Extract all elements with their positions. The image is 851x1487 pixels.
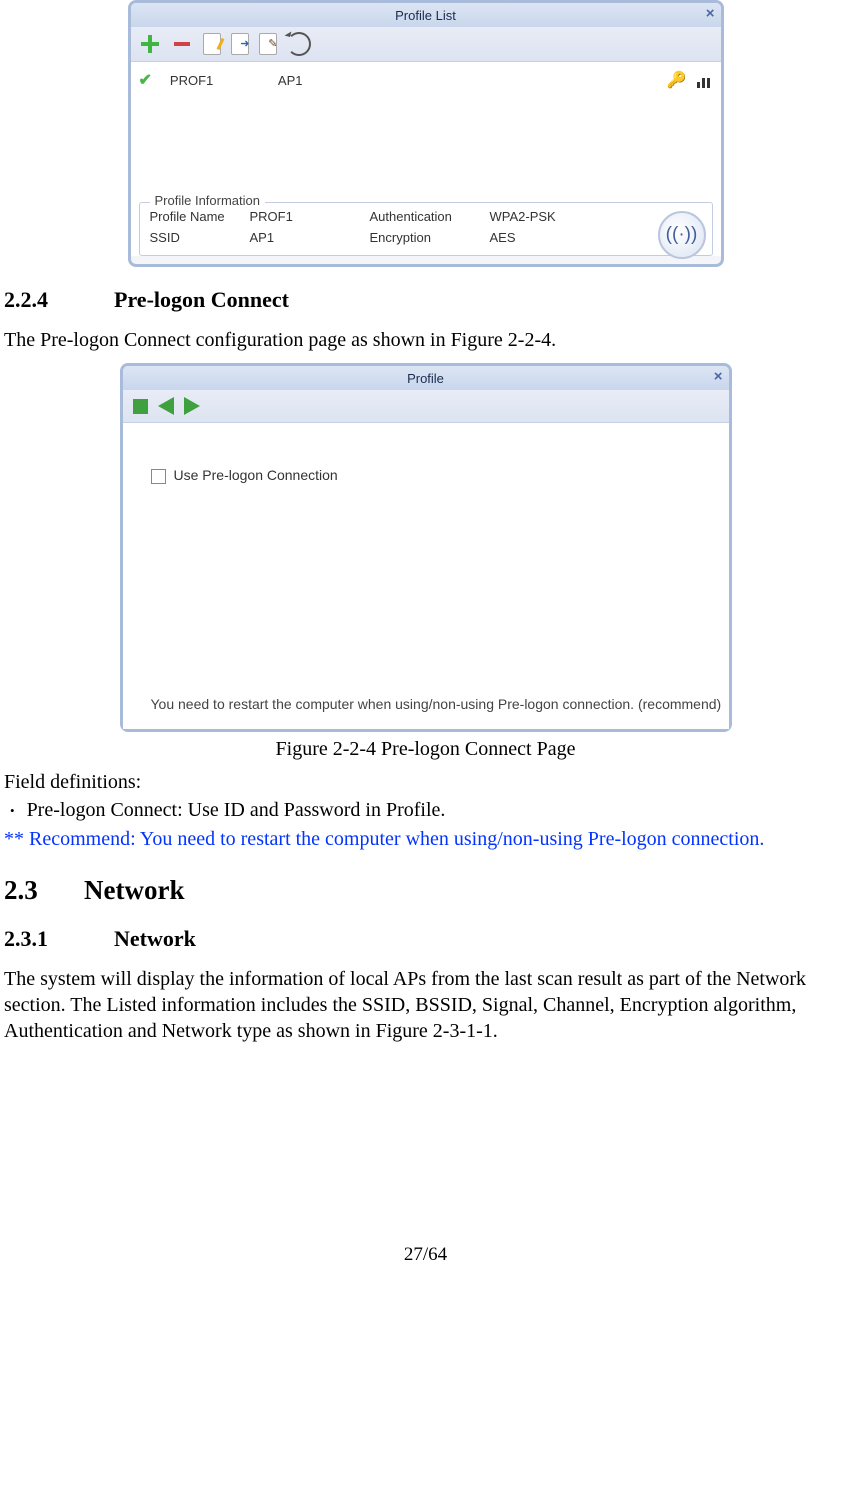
restart-note: You need to restart the computer when us…: [151, 695, 722, 715]
window-title: Profile: [123, 371, 729, 386]
active-check-icon: ✔: [139, 70, 152, 90]
label-authentication: Authentication: [370, 209, 490, 224]
close-icon[interactable]: ×: [714, 368, 723, 385]
field-definitions-heading: Field definitions:: [4, 769, 847, 795]
heading-number: 2.2.4: [4, 287, 114, 313]
profile-list: ✔ PROF1 AP1 🔑: [131, 62, 721, 194]
toolbar: [123, 390, 729, 423]
heading-title: Pre-logon Connect: [114, 287, 289, 312]
key-icon: 🔑: [667, 70, 687, 90]
edit-profile-icon[interactable]: [203, 33, 221, 55]
profile-list-window: Profile List × ✔ PROF1 AP1 🔑: [128, 0, 724, 267]
profile-information-box: Profile Information Profile Name PROF1 A…: [139, 202, 713, 256]
remove-profile-icon[interactable]: [171, 33, 193, 55]
heading-number: 2.3: [4, 875, 84, 906]
page-number: 27/64: [4, 1244, 847, 1286]
text-231-body: The system will display the information …: [4, 966, 847, 1044]
window-body: ✔ PROF1 AP1 🔑 Profile Information Profil…: [131, 62, 721, 256]
recommend-note: ** Recommend: You need to restart the co…: [4, 826, 847, 853]
heading-23: 2.3Network: [4, 875, 847, 906]
label-ssid: SSID: [150, 230, 250, 245]
signal-icon: [697, 72, 713, 88]
stop-icon[interactable]: [133, 399, 148, 414]
profile-window: Profile × Use Pre-logon Connection You n…: [120, 363, 732, 732]
figure-caption: Figure 2-2-4 Pre-logon Connect Page: [4, 738, 847, 761]
window-title: Profile List: [131, 8, 721, 23]
pre-logon-checkbox[interactable]: [151, 469, 166, 484]
heading-title: Network: [84, 875, 184, 905]
profile-row[interactable]: ✔ PROF1 AP1 🔑: [139, 68, 713, 92]
heading-number: 2.3.1: [4, 926, 114, 952]
close-icon[interactable]: ×: [706, 5, 715, 22]
forward-arrow-icon[interactable]: [184, 397, 200, 415]
pre-logon-checkbox-row: Use Pre-logon Connection: [151, 467, 701, 484]
window-titlebar: Profile List ×: [131, 3, 721, 27]
back-arrow-icon[interactable]: [158, 397, 174, 415]
heading-title: Network: [114, 926, 196, 951]
value-ssid: AP1: [250, 230, 370, 245]
heading-231: 2.3.1Network: [4, 926, 847, 952]
pre-logon-checkbox-label: Use Pre-logon Connection: [174, 467, 338, 483]
wifi-antenna-icon: ((·)): [658, 211, 706, 259]
window-titlebar: Profile ×: [123, 366, 729, 390]
label-encryption: Encryption: [370, 230, 490, 245]
value-encryption: AES: [490, 230, 600, 245]
fieldset-legend: Profile Information: [150, 193, 266, 208]
bullet-prelogon: Pre-logon Connect: Use ID and Password i…: [10, 799, 847, 822]
export-profile-icon[interactable]: [259, 33, 277, 55]
text-224-intro: The Pre-logon Connect configuration page…: [4, 327, 847, 353]
toolbar: [131, 27, 721, 62]
heading-224: 2.2.4Pre-logon Connect: [4, 287, 847, 313]
add-profile-icon[interactable]: [139, 33, 161, 55]
value-profile-name: PROF1: [250, 209, 370, 224]
import-profile-icon[interactable]: [231, 33, 249, 55]
profile-name: PROF1: [170, 73, 260, 88]
window-body: Use Pre-logon Connection You need to res…: [123, 423, 729, 729]
refresh-icon[interactable]: [287, 32, 311, 56]
profile-ap: AP1: [278, 73, 649, 88]
value-authentication: WPA2-PSK: [490, 209, 600, 224]
label-profile-name: Profile Name: [150, 209, 250, 224]
